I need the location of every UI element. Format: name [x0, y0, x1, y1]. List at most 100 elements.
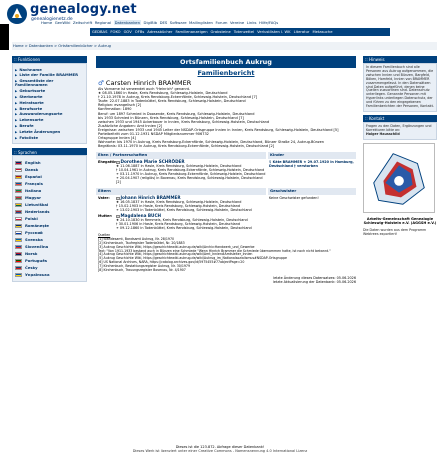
language-label: English: [25, 160, 41, 166]
license-text[interactable]: Dieses Werk ist lizenziert unter einer C…: [80, 449, 360, 453]
person-facts: Als Vorname ist verwendet auch "Heinrich…: [98, 87, 356, 148]
flag-icon: [15, 195, 22, 201]
nav-item-vereine[interactable]: Vereine: [230, 20, 244, 25]
ehen-header: Ehen / Partnerschaften: [96, 152, 266, 160]
mother-facts: ★ 24.10.1830 in Remmels, Kreis Rendsburg…: [116, 218, 266, 230]
flag-icon: [15, 223, 22, 229]
spouse-facts: ★ 11.06.1887 in Hasle, Kreis Rendsburg, …: [116, 164, 266, 184]
nav-item-home[interactable]: Home: [41, 20, 52, 25]
language-link[interactable]: Magyar: [15, 195, 84, 200]
db-updated: letzte Aktualisierung der Datenbank: 05.…: [272, 280, 356, 285]
language-label: Norsk: [25, 251, 38, 257]
subnav-item[interactable]: OFBs: [135, 30, 144, 34]
language-link[interactable]: Українська: [15, 272, 84, 277]
funktion-link[interactable]: Berufsorte: [15, 106, 84, 111]
mother-fact: ⚭ 09.12.1860 in Todenbüttel, Kreis Rends…: [116, 226, 252, 231]
language-label: Lietuviškai: [25, 202, 49, 208]
language-link[interactable]: Românește: [15, 223, 84, 228]
kontakt-name[interactable]: Holger Hausschild: [366, 132, 434, 137]
subnav-item[interactable]: Grabsteine: [211, 30, 231, 34]
funktion-link[interactable]: Geburtsorte: [15, 88, 84, 93]
subnav-item[interactable]: FOKO: [110, 30, 120, 34]
sprachen-header: :: Sprachen: [12, 148, 87, 156]
funktion-link[interactable]: Nachname: [15, 67, 84, 72]
geschwister-header: Geschwister: [268, 188, 356, 196]
funktion-link[interactable]: Gesamtliste der Familiennamen: [15, 79, 84, 88]
language-label: Česky: [25, 265, 38, 271]
funktion-link[interactable]: Sterbeorte: [15, 94, 84, 99]
nav-item-hilfe/faqs[interactable]: Hilfe/FAQs: [259, 20, 278, 25]
subnav-item[interactable]: Familienanzeigen: [175, 30, 207, 34]
nav-item-regional[interactable]: Regional: [95, 20, 111, 25]
language-label: Magyar: [25, 195, 41, 201]
subnav-item[interactable]: Verlustlisten I. WK: [257, 30, 290, 34]
nav-item-software[interactable]: Software: [170, 20, 187, 25]
nav-item-forum[interactable]: Forum: [215, 20, 227, 25]
source-item: [8] Kirchenbuch, Trauungsregister Bovena…: [98, 267, 186, 272]
ehegattin-label: Ehegattin:: [98, 160, 118, 165]
language-link[interactable]: Slovenčina: [15, 244, 84, 249]
language-link[interactable]: Português: [15, 258, 84, 263]
subnav-item[interactable]: Literatur: [294, 30, 310, 34]
language-label: Slovenčina: [25, 244, 49, 250]
language-link[interactable]: Dansk: [15, 167, 84, 172]
language-label: Dansk: [25, 167, 39, 173]
funktion-link[interactable]: Lebensorte: [15, 117, 84, 122]
person-name-text: Carsten Hinrich BRAMMER: [105, 79, 192, 87]
nav-item-genwiki[interactable]: GenWiki: [55, 20, 71, 25]
flag-icon: [15, 216, 22, 222]
subnav-item[interactable]: GOV: [124, 30, 132, 34]
nav-item-des[interactable]: DES: [160, 20, 168, 25]
sprachen-list: English Dansk Español Français Italiano Magya…: [12, 155, 87, 283]
right-panel: :: Hinweis In diesem Familienbuch sind a…: [363, 56, 437, 237]
language-link[interactable]: Svenska: [15, 237, 84, 242]
language-link[interactable]: Italiano: [15, 188, 84, 193]
nav-item-mailinglisten[interactable]: Mailinglisten: [189, 20, 213, 25]
funktion-link[interactable]: Letzte Änderungen: [15, 129, 84, 134]
language-link[interactable]: Français: [15, 181, 84, 186]
flag-icon: [15, 251, 22, 257]
nav-item-links[interactable]: Links: [247, 20, 257, 25]
language-link[interactable]: Česky: [15, 265, 84, 270]
language-link[interactable]: English: [15, 160, 84, 165]
hinweis-text: In diesem Familienbuch sind alle Persone…: [363, 63, 437, 112]
subnav-item[interactable]: GEDBAS: [92, 30, 107, 34]
logo-icon[interactable]: [6, 3, 28, 25]
language-label: Nederlands: [25, 209, 50, 215]
main-content: Ortsfamilienbuch Aukrug Familienbericht …: [96, 56, 356, 284]
mutter-label: Mutter:: [98, 214, 113, 219]
language-link[interactable]: Polski: [15, 216, 84, 221]
kinder-header: Kinder: [268, 152, 356, 160]
language-link[interactable]: Español: [15, 174, 84, 179]
kontakt-header: :: Kontakt: [363, 114, 437, 122]
left-edge-bar: [0, 24, 9, 50]
subnav-item[interactable]: Adressbücher: [147, 30, 172, 34]
language-link[interactable]: Nederlands: [15, 209, 84, 214]
flag-icon: [15, 237, 22, 243]
language-label: Svenska: [25, 237, 43, 243]
language-link[interactable]: Русский: [15, 230, 84, 235]
logo-text[interactable]: genealogy.net: [30, 2, 137, 17]
funktion-link[interactable]: Heiratsorte: [15, 100, 84, 105]
sources-list: [1] Standesamt, Bandsamt Aukrug, Nr. 28/…: [98, 237, 356, 272]
funktion-link[interactable]: Auswanderungsorte: [15, 112, 84, 117]
flag-icon: [15, 230, 22, 236]
nav-item-zeitschrift[interactable]: Zeitschrift: [73, 20, 92, 25]
subnav-item[interactable]: Totenzettel: [234, 30, 254, 34]
language-link[interactable]: Norsk: [15, 251, 84, 256]
spouse-fact: ⚭ 20.04.1907 (religiös) in Bovenau, Krei…: [116, 176, 263, 185]
nav-item-digibib[interactable]: DigiBib: [144, 20, 158, 25]
subnav-item[interactable]: Metasuche: [312, 30, 332, 34]
left-panel: :: Funktionen NachnameListe der Familie …: [12, 56, 87, 283]
funktion-link[interactable]: Berufe: [15, 123, 84, 128]
language-label: Românește: [25, 223, 49, 229]
language-link[interactable]: Lietuviškai: [15, 202, 84, 207]
nav-item-datenbanken[interactable]: Datenbanken: [113, 20, 142, 25]
last-change: letzte Änderung dieses Datensatzes: 05.0…: [96, 276, 356, 284]
language-label: Русский: [25, 230, 43, 236]
fact-line: Begräbnis: 03.11.1970 in Aukrug, Kreis R…: [98, 144, 275, 149]
funktionen-list: NachnameListe der Familie BRAMMER Gesamtl…: [12, 63, 87, 145]
child-link[interactable]: ♀ Käte BRAMMER ★ 29.07.1920 in Hamburg, …: [269, 160, 354, 168]
funktion-link[interactable]: Liste der Familie BRAMMER: [15, 72, 84, 77]
funktion-link[interactable]: Fotoliste: [15, 135, 84, 140]
